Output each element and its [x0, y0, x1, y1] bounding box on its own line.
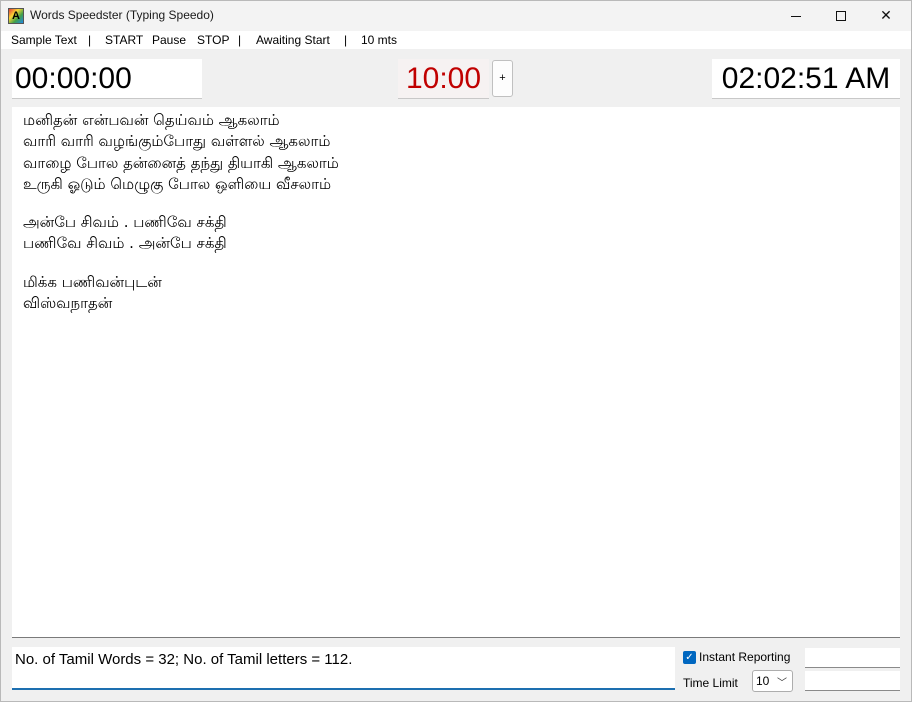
menu-status[interactable]: Awaiting Start — [256, 33, 330, 47]
sample-line: பணிவே சிவம் . அன்பே சக்தி — [23, 234, 227, 253]
sample-line: வாரி வாரி வழங்கும்போது வள்ளல் ஆகலாம் — [23, 132, 331, 151]
sample-line: அன்பே சிவம் . பணிவே சக்தி — [23, 213, 227, 232]
close-button[interactable]: ✕ — [863, 1, 909, 31]
sample-line: மிக்க பணிவன்புடன் — [23, 272, 162, 291]
countdown-timer: 10:00 — [398, 59, 489, 99]
minimize-button[interactable] — [773, 1, 819, 31]
instant-reporting-label: Instant Reporting — [699, 650, 791, 664]
time-limit-select[interactable]: 10 ﹀ — [752, 670, 793, 692]
menu-pause[interactable]: Pause — [152, 33, 186, 47]
app-icon: A — [8, 8, 24, 24]
maximize-button[interactable] — [819, 1, 865, 31]
menu-separator: | — [238, 33, 242, 47]
sample-text-content: மனிதன் என்பவன் தெய்வம் ஆகலாம் வாரி வாரி … — [23, 110, 339, 314]
result-field-2[interactable] — [805, 671, 900, 691]
maximize-icon — [836, 11, 846, 21]
sample-line: மனிதன் என்பவன் தெய்வம் ஆகலாம் — [23, 111, 280, 129]
typing-input[interactable]: No. of Tamil Words = 32; No. of Tamil le… — [12, 647, 675, 690]
menu-stop[interactable]: STOP — [197, 33, 229, 47]
menu-separator: | — [344, 33, 348, 47]
current-time-clock: 02:02:51 AM — [712, 59, 900, 99]
time-limit-value: 10 — [756, 674, 770, 688]
minimize-icon — [791, 16, 801, 17]
menu-start[interactable]: START — [105, 33, 143, 47]
result-field-1[interactable] — [805, 648, 900, 668]
menu-duration[interactable]: 10 mts — [361, 33, 397, 47]
menu-separator: | — [88, 33, 92, 47]
chevron-down-icon: ﹀ — [777, 678, 787, 689]
app-window: A Words Speedster (Typing Speedo) ✕ Samp… — [0, 0, 912, 702]
window-title: Words Speedster (Typing Speedo) — [30, 8, 214, 22]
sample-text-area[interactable]: மனிதன் என்பவன் தெய்வம் ஆகலாம் வாரி வாரி … — [12, 107, 900, 638]
add-time-button[interactable]: + — [492, 60, 513, 97]
title-bar[interactable]: A Words Speedster (Typing Speedo) ✕ — [1, 1, 911, 31]
menu-bar: Sample Text | START Pause STOP | Awaitin… — [1, 31, 911, 49]
menu-sample-text[interactable]: Sample Text — [11, 33, 77, 47]
sample-line: வாழை போல தன்னைத் தந்து தியாகி ஆகலாம் — [23, 153, 339, 172]
elapsed-timer: 00:00:00 — [12, 59, 202, 99]
sample-line: விஸ்வநாதன் — [23, 294, 113, 313]
time-limit-label: Time Limit — [683, 676, 738, 690]
instant-reporting-checkbox[interactable]: ✓ — [683, 651, 696, 664]
close-icon: ✕ — [880, 8, 892, 24]
sample-line: உருகி ஓடும் மெழுகு போல ஒளியை வீசலாம் — [23, 174, 332, 193]
